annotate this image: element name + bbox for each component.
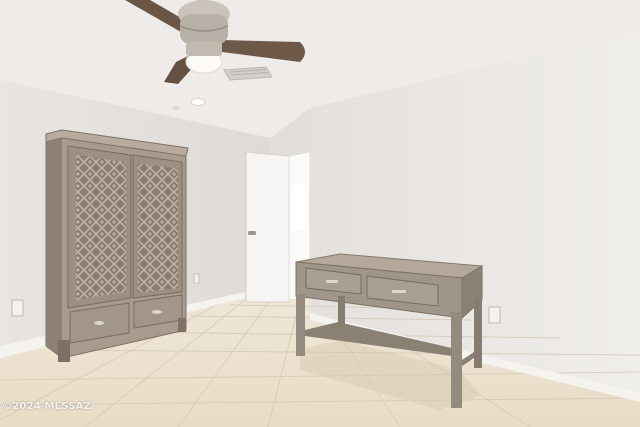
room-photo: ©2024 MLSSAZ xyxy=(0,0,640,427)
wall-outlet xyxy=(11,299,24,317)
door-handle xyxy=(248,231,256,235)
smoke-detector xyxy=(172,106,180,110)
wall-outlet xyxy=(193,273,200,284)
armoire-cabinet xyxy=(45,129,189,362)
room-illustration xyxy=(0,0,640,427)
recessed-light xyxy=(190,98,206,106)
mls-watermark: ©2024 MLSSAZ xyxy=(2,401,91,412)
wall-outlet xyxy=(488,306,501,324)
